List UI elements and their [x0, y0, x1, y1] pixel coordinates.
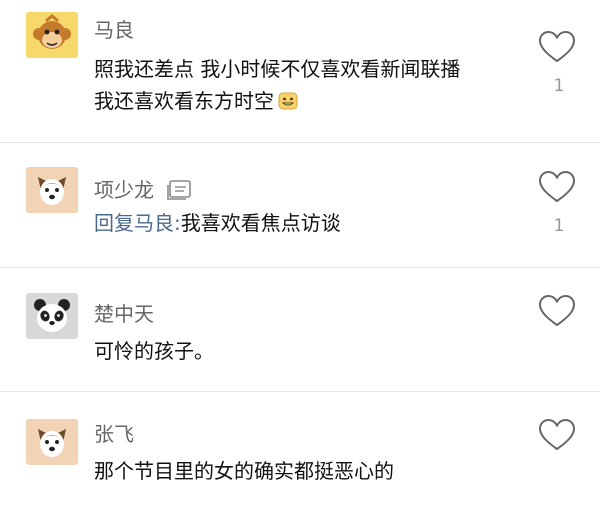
panda-avatar-icon[interactable] — [26, 293, 78, 339]
comment-item: 马良 照我还差点 我小时候不仅喜欢看新闻联播 我还喜欢看东方时空 1 — [0, 0, 600, 140]
comment-username[interactable]: 张飞 — [94, 422, 134, 446]
like-heart-icon[interactable] — [538, 294, 576, 328]
comment-text-line: 那个节目里的女的确实都挺恶心的 — [94, 459, 394, 483]
dog-avatar-icon[interactable] — [26, 167, 78, 213]
like-count: 1 — [553, 216, 565, 236]
comment-text-line: 照我还差点 我小时候不仅喜欢看新闻联播 — [94, 57, 461, 81]
grin-emoji-icon — [278, 87, 298, 110]
like-heart-icon[interactable] — [538, 170, 576, 204]
monkey-avatar-icon[interactable] — [26, 12, 78, 58]
comment-item: 张飞 那个节目里的女的确实都挺恶心的 — [0, 392, 600, 508]
dog-avatar-icon[interactable] — [26, 419, 78, 465]
comment-content: 回复马良:我喜欢看焦点访谈 — [94, 207, 534, 239]
comment-username[interactable]: 楚中天 — [94, 302, 154, 326]
comment-text-line: 我还喜欢看东方时空 — [94, 85, 534, 117]
comment-content: 那个节目里的女的确实都挺恶心的 — [94, 455, 534, 487]
comment-content: 照我还差点 我小时候不仅喜欢看新闻联播 我还喜欢看东方时空 — [94, 53, 534, 117]
comment-item: 楚中天 可怜的孩子。 — [0, 268, 600, 390]
comment-text-segment: 我喜欢看焦点访谈 — [180, 211, 341, 235]
comment-username[interactable]: 马良 — [94, 18, 134, 42]
like-count: 1 — [553, 76, 565, 96]
comment-list: 马良 照我还差点 我小时候不仅喜欢看新闻联播 我还喜欢看东方时空 1 项少龙 回… — [0, 0, 600, 508]
comment-username[interactable]: 项少龙 — [94, 178, 154, 202]
comment-item: 项少龙 回复马良:我喜欢看焦点访谈 1 — [0, 143, 600, 267]
news-ugc-icon — [166, 179, 192, 201]
like-heart-icon[interactable] — [538, 30, 576, 64]
reply-to-link[interactable]: 回复马良: — [94, 211, 181, 235]
comment-content: 可怜的孩子。 — [94, 335, 534, 367]
comment-text-segment: 我还喜欢看东方时空 — [94, 89, 274, 113]
comment-text-line: 回复马良:我喜欢看焦点访谈 — [94, 207, 534, 239]
like-heart-icon[interactable] — [538, 418, 576, 452]
comment-text-line: 可怜的孩子。 — [94, 339, 214, 363]
